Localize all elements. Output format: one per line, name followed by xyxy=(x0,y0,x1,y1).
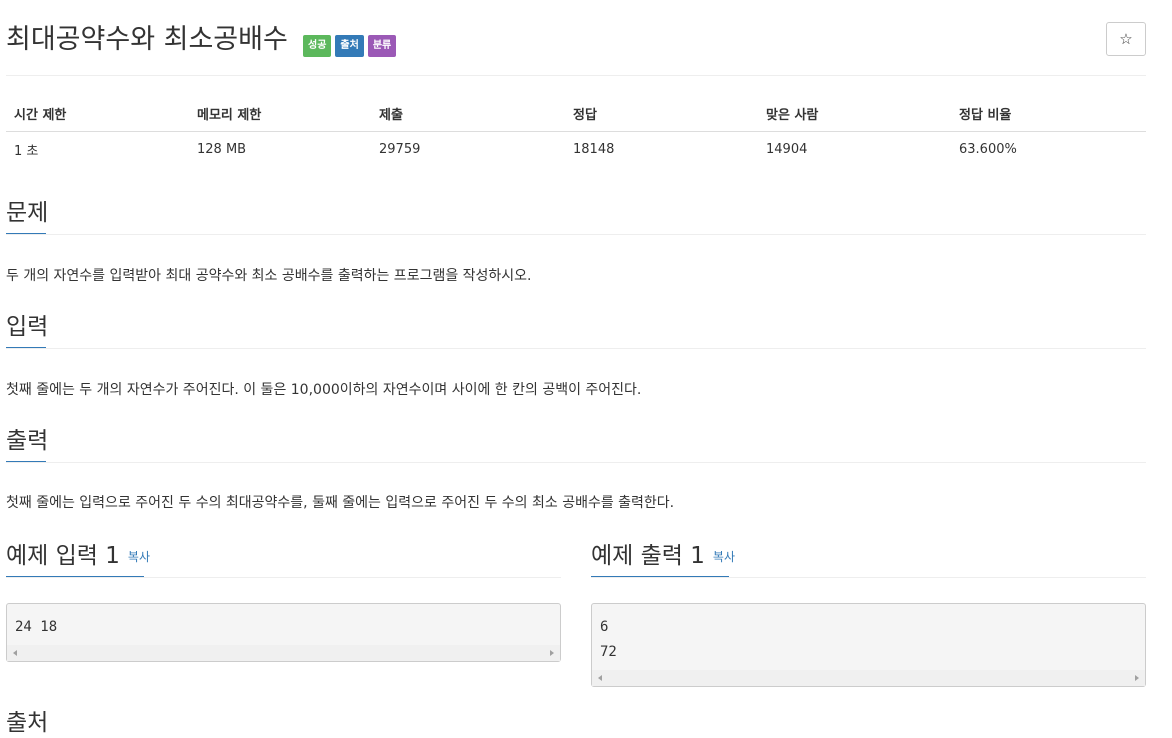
header-time-limit: 시간 제한 xyxy=(6,96,189,132)
sample-output-divider xyxy=(591,577,1146,578)
divider xyxy=(6,75,1146,76)
accept-rate-value: 63.600% xyxy=(959,142,1017,157)
header-solvers: 맞은 사람 xyxy=(758,96,951,132)
time-limit-value: 1 초 xyxy=(14,144,39,159)
table-row: 1 초 128 MB 29759 18148 14904 63.600% xyxy=(6,132,1146,168)
input-divider xyxy=(6,348,1146,349)
sample-input-heading: 예제 입력 1 복사 xyxy=(6,541,150,572)
success-badge[interactable]: 성공 xyxy=(303,35,332,57)
star-icon: ☆ xyxy=(1119,30,1133,48)
copy-sample-input-link[interactable]: 복사 xyxy=(128,550,150,564)
source-badge[interactable]: 출처 xyxy=(335,35,364,57)
scroll-left-icon[interactable] xyxy=(13,650,17,656)
scroll-left-icon[interactable] xyxy=(598,675,602,681)
page-title: 최대공약수와 최소공배수 xyxy=(6,24,288,55)
problem-info-table: 시간 제한 메모리 제한 제출 정답 맞은 사람 정답 비율 1 초 128 M… xyxy=(6,96,1146,167)
sample-input-line-1: 24 18 xyxy=(15,619,58,635)
header-submissions: 제출 xyxy=(371,96,565,132)
sample-output-line-1: 6 xyxy=(600,619,609,635)
header-memory-limit: 메모리 제한 xyxy=(189,96,371,132)
sample-input-divider xyxy=(6,577,561,578)
header-accept-rate: 정답 비율 xyxy=(951,96,1146,132)
memory-limit-value: 128 MB xyxy=(197,142,247,157)
output-text: 첫째 줄에는 입력으로 주어진 두 수의 최대공약수를, 둘째 줄에는 입력으로… xyxy=(6,495,675,511)
copy-sample-output-link[interactable]: 복사 xyxy=(713,550,735,564)
description-divider xyxy=(6,234,1146,235)
output-divider xyxy=(6,462,1146,463)
input-title: 입력 xyxy=(6,314,49,340)
solvers-value: 14904 xyxy=(766,142,808,157)
sample-output-heading: 예제 출력 1 복사 xyxy=(591,541,735,572)
accepted-value: 18148 xyxy=(573,142,615,157)
sample-output-box[interactable]: 6 72 xyxy=(591,603,1146,687)
source-section-title: 출처 xyxy=(6,710,49,736)
sample-output-scrollbar[interactable] xyxy=(592,670,1145,686)
input-text: 첫째 줄에는 두 개의 자연수가 주어진다. 이 둘은 10,000이하의 자연… xyxy=(6,382,642,398)
sample-input-title: 예제 입력 1 xyxy=(6,543,120,569)
header-accepted: 정답 xyxy=(565,96,758,132)
category-badge[interactable]: 분류 xyxy=(367,35,397,57)
table-header-row: 시간 제한 메모리 제한 제출 정답 맞은 사람 정답 비율 xyxy=(6,96,1146,132)
badge-group: 성공 출처 분류 xyxy=(303,35,397,57)
description-title: 문제 xyxy=(6,200,49,226)
scroll-right-icon[interactable] xyxy=(550,650,554,656)
scroll-right-icon[interactable] xyxy=(1135,675,1139,681)
description-text: 두 개의 자연수를 입력받아 최대 공약수와 최소 공배수를 출력하는 프로그램… xyxy=(6,268,532,284)
output-title: 출력 xyxy=(6,428,49,454)
sample-input-box[interactable]: 24 18 xyxy=(6,603,561,662)
title-row: 최대공약수와 최소공배수 성공 출처 분류 ☆ xyxy=(6,22,1146,62)
sample-output-title: 예제 출력 1 xyxy=(591,543,705,569)
favorite-button[interactable]: ☆ xyxy=(1106,22,1146,56)
sample-output-line-2: 72 xyxy=(600,644,617,660)
sample-input-scrollbar[interactable] xyxy=(7,645,560,661)
submissions-value: 29759 xyxy=(379,142,421,157)
